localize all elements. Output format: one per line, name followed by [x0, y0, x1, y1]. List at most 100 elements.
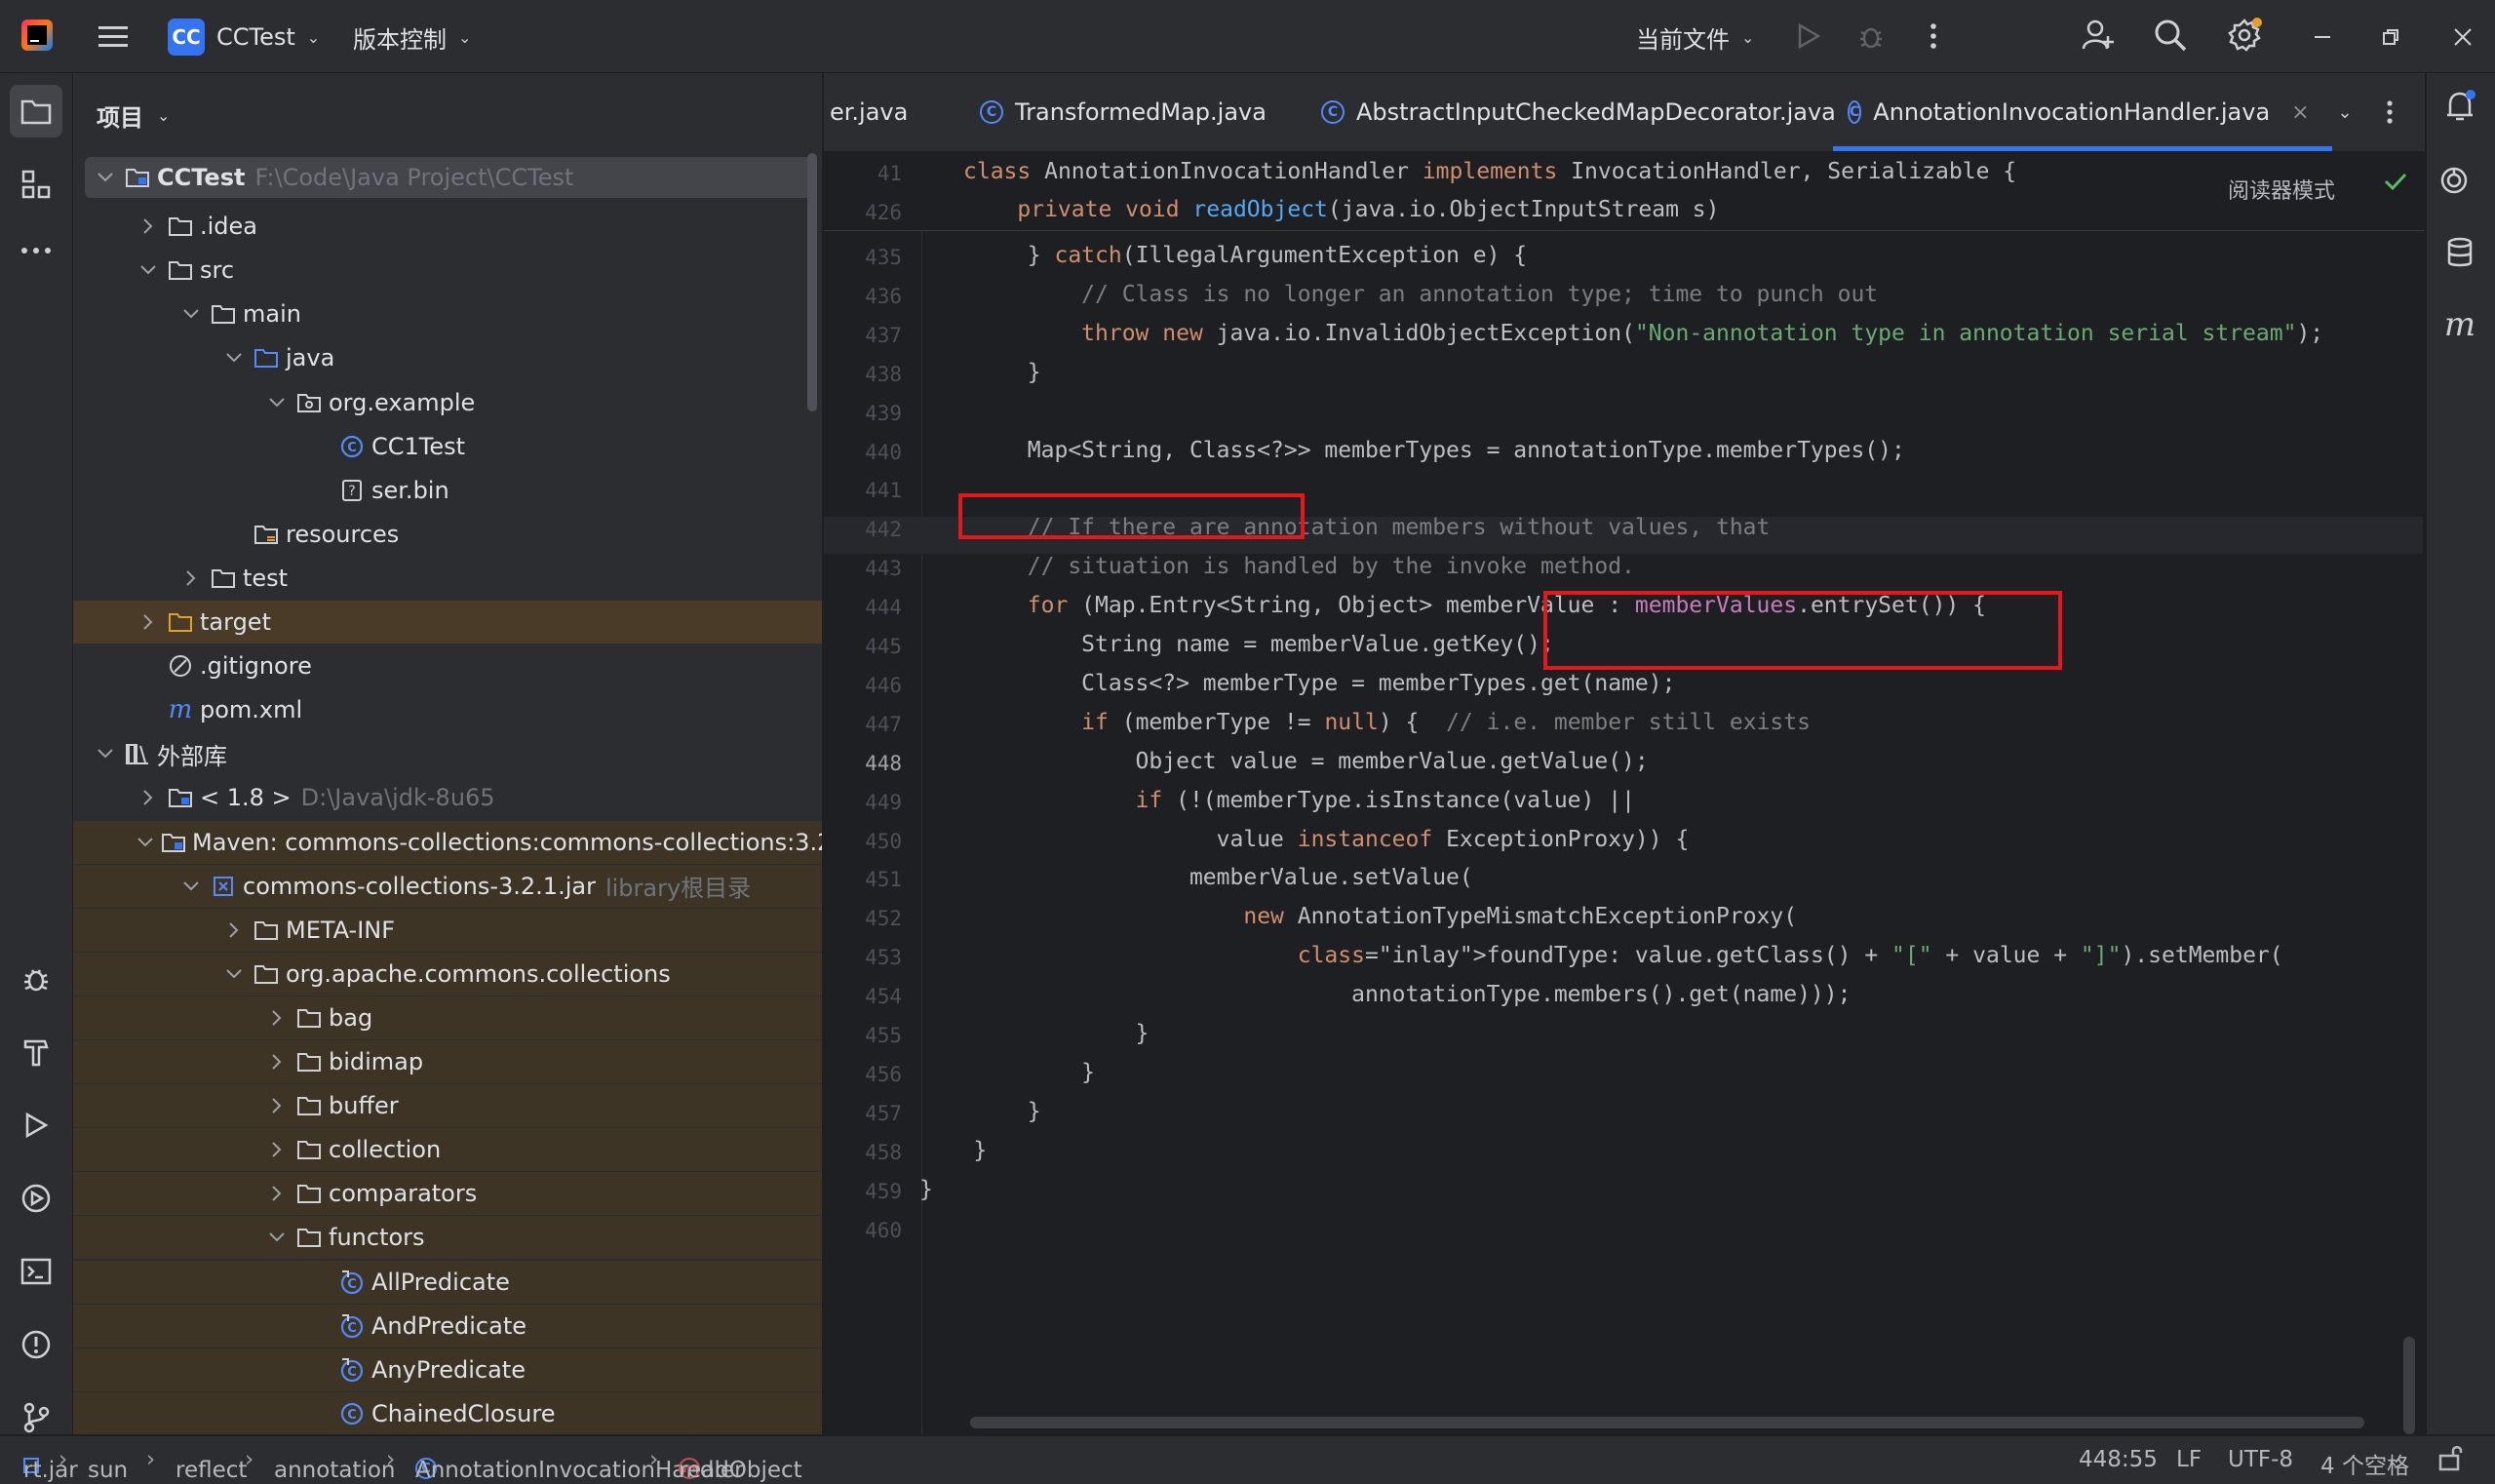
- tab-annotationinvocationhandler[interactable]: C AnnotationInvocationHandler.java ×: [1833, 73, 2310, 151]
- project-selector[interactable]: CC CCTest ⌄: [168, 18, 320, 57]
- maven-icon[interactable]: m: [2438, 303, 2481, 346]
- chevron-right-icon[interactable]: [180, 567, 202, 589]
- tree-item-package-bag[interactable]: bag: [73, 996, 822, 1039]
- more-vertical-icon[interactable]: [1919, 18, 1948, 55]
- code-area[interactable]: 435 } catch(IllegalArgumentException e) …: [824, 231, 2423, 1434]
- run-config-selector[interactable]: 当前文件 ⌄: [1636, 18, 1754, 57]
- chevron-down-icon[interactable]: [137, 832, 153, 853]
- line-number: 436: [865, 284, 902, 308]
- horizontal-scrollbar[interactable]: [970, 1417, 2364, 1428]
- caret-position[interactable]: 448:55: [2079, 1447, 2158, 1472]
- tree-item-package-bidimap[interactable]: bidimap: [73, 1040, 822, 1083]
- close-icon[interactable]: [2445, 20, 2480, 55]
- chevron-down-icon[interactable]: [137, 259, 159, 281]
- tab-er-java[interactable]: er.java: [830, 73, 908, 151]
- vertical-scrollbar[interactable]: [2403, 1337, 2415, 1434]
- chevron-down-icon[interactable]: [180, 876, 202, 897]
- tree-item-class-cc1test[interactable]: C CC1Test: [73, 425, 822, 468]
- structure-icon[interactable]: [15, 163, 58, 206]
- tree-item-folder-idea[interactable]: .idea: [73, 205, 822, 248]
- tree-item-folder-resources[interactable]: resources: [73, 513, 822, 556]
- settings-gear-icon[interactable]: [2225, 16, 2264, 55]
- chevron-right-icon[interactable]: [223, 919, 245, 941]
- run-icon[interactable]: [1790, 18, 1827, 55]
- tree-item-file-gitignore[interactable]: .gitignore: [73, 644, 822, 687]
- tree-item-package-org-example[interactable]: org.example: [73, 381, 822, 424]
- indent-setting[interactable]: 4 个空格: [2320, 1447, 2409, 1480]
- services-icon[interactable]: [15, 1177, 58, 1220]
- tab-transformedmap[interactable]: C TransformedMap.java: [980, 73, 1267, 151]
- chevron-right-icon[interactable]: [266, 1051, 288, 1073]
- tree-item-package-buffer[interactable]: buffer: [73, 1084, 822, 1128]
- build-hammer-icon[interactable]: [15, 1031, 58, 1074]
- tree-item-package-collections[interactable]: org.apache.commons.collections: [73, 952, 822, 996]
- tree-item-project-root[interactable]: CCTest F:\Code\Java Project\CCTest: [85, 157, 810, 198]
- tree-item-folder-src[interactable]: src: [73, 249, 822, 292]
- tree-item-folder-main[interactable]: main: [73, 293, 822, 335]
- tab-abstractinputcheckedmapdecorator[interactable]: C AbstractInputCheckedMapDecorator.java: [1321, 73, 1836, 151]
- line-number: 455: [865, 1024, 902, 1047]
- tabs-dropdown-icon[interactable]: ⌄: [2325, 93, 2364, 132]
- debug-icon[interactable]: [1852, 18, 1890, 55]
- chevron-right-icon[interactable]: [137, 787, 159, 808]
- problems-icon[interactable]: [15, 1323, 58, 1366]
- tree-item-library-jar[interactable]: commons-collections-3.2.1.jar library根目录: [73, 864, 822, 908]
- minimize-icon[interactable]: [2305, 20, 2340, 55]
- chevron-right-icon[interactable]: [137, 215, 159, 237]
- debug-bug-icon[interactable]: [15, 957, 58, 1000]
- add-user-icon[interactable]: [2079, 16, 2118, 55]
- more-horizontal-icon[interactable]: [15, 229, 58, 272]
- tree-item-maven-library[interactable]: Maven: commons-collections:commons-colle…: [73, 820, 822, 864]
- chevron-right-icon: ›: [245, 1447, 254, 1472]
- tree-item-package-functors[interactable]: functors: [73, 1216, 822, 1260]
- tree-item-package-collection[interactable]: collection: [73, 1128, 822, 1172]
- tree-item-folder-test[interactable]: test: [73, 557, 822, 600]
- terminal-icon[interactable]: [15, 1250, 58, 1293]
- chevron-right-icon[interactable]: [266, 1095, 288, 1116]
- tree-item-folder-target[interactable]: target: [73, 601, 822, 644]
- tree-item-class-andpredicate[interactable]: C AndPredicate: [73, 1304, 822, 1347]
- ai-assistant-icon[interactable]: [2438, 159, 2470, 202]
- tabs-more-icon[interactable]: [2378, 95, 2401, 130]
- chevron-right-icon[interactable]: [266, 1139, 288, 1160]
- tree-item-class-anypredicate[interactable]: C AnyPredicate: [73, 1347, 822, 1391]
- chevron-right-icon[interactable]: [266, 1183, 288, 1204]
- project-panel-header[interactable]: 项目 ⌄: [97, 98, 170, 133]
- vcs-menu[interactable]: 版本控制 ⌄: [353, 18, 471, 57]
- notifications-bell-icon[interactable]: [2438, 85, 2481, 128]
- project-folder-icon[interactable]: [10, 85, 62, 137]
- tree-item-file-ser-bin[interactable]: ? ser.bin: [73, 469, 822, 512]
- close-tab-icon[interactable]: ×: [2291, 100, 2309, 125]
- tree-item-sdk-jdk[interactable]: < 1.8 > D:\Java\jdk-8u65: [73, 776, 822, 819]
- tree-item-package-comparators[interactable]: comparators: [73, 1172, 822, 1216]
- tree-item-file-pom-xml[interactable]: m pom.xml: [73, 688, 822, 731]
- file-encoding[interactable]: UTF-8: [2228, 1447, 2293, 1472]
- tree-item-class-chainedclosure[interactable]: C ChainedClosure: [73, 1391, 822, 1434]
- reader-mode-button[interactable]: 阅读器模式: [2228, 174, 2335, 205]
- line-ending[interactable]: LF: [2176, 1447, 2202, 1472]
- class-icon: C: [1321, 100, 1345, 124]
- chevron-down-icon[interactable]: [95, 167, 116, 188]
- run-play-icon[interactable]: [15, 1104, 58, 1147]
- tree-item-folder-meta-inf[interactable]: META-INF: [73, 908, 822, 952]
- chevron-down-icon[interactable]: [266, 392, 288, 413]
- main-menu-icon[interactable]: [94, 18, 133, 55]
- git-branch-icon[interactable]: [15, 1396, 58, 1439]
- search-icon[interactable]: [2151, 16, 2190, 55]
- database-icon[interactable]: [2438, 231, 2481, 274]
- project-scrollbar[interactable]: [807, 153, 817, 411]
- chevron-down-icon[interactable]: [266, 1227, 288, 1248]
- tree-item-folder-java[interactable]: java: [73, 336, 822, 379]
- chevron-down-icon[interactable]: [180, 303, 202, 325]
- chevron-down-icon[interactable]: [223, 963, 245, 985]
- chevron-right-icon[interactable]: [266, 1007, 288, 1029]
- tree-item-external-libraries[interactable]: 外部库: [73, 732, 822, 775]
- chevron-right-icon[interactable]: [137, 611, 159, 633]
- lock-icon[interactable]: [2437, 1444, 2463, 1477]
- inspection-ok-icon[interactable]: [2384, 172, 2407, 195]
- restore-icon[interactable]: [2373, 20, 2408, 55]
- tree-item-class-allpredicate[interactable]: C AllPredicate: [73, 1260, 822, 1304]
- chevron-down-icon[interactable]: [223, 347, 245, 369]
- chevron-down-icon[interactable]: [95, 743, 116, 764]
- app-logo-icon[interactable]: [18, 16, 57, 55]
